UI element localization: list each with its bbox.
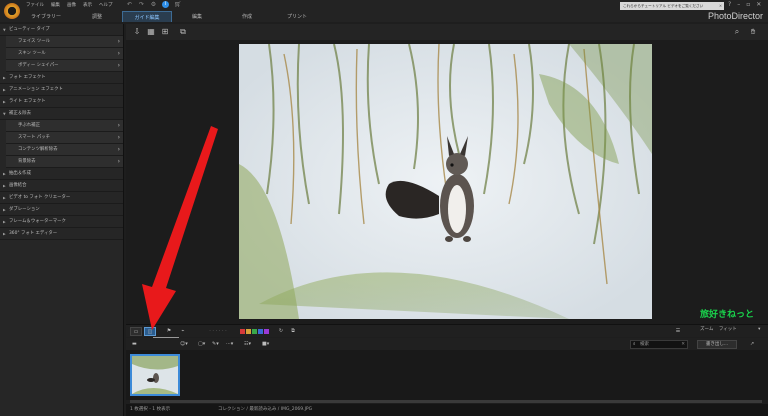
people-icon[interactable]: ☺▾	[180, 340, 188, 348]
menu-bar: ファイル 編集 画像 表示 ヘルプ	[26, 2, 113, 8]
tab-create[interactable]: 作成	[222, 11, 272, 22]
clear-search-icon[interactable]: ✕	[681, 341, 685, 349]
search-input[interactable]: ⌕ 検索 ✕	[630, 340, 688, 349]
watermark-text: 旅好きねっと	[700, 310, 755, 320]
export-button[interactable]: 書き出し...	[697, 340, 737, 349]
title-bar: ファイル 編集 画像 表示 ヘルプ ↶ ↷ ⚙ i 🛒︎ ライブラリー 調整 ガ…	[0, 0, 768, 22]
cart-icon[interactable]: 🛒︎	[174, 1, 182, 8]
panel-item[interactable]: 補正＆除去	[0, 108, 123, 120]
search-placeholder: 検索	[640, 342, 649, 347]
info-icon[interactable]: i	[162, 1, 169, 8]
app-name: PhotoDirector	[708, 11, 764, 21]
tag-icon[interactable]: ⌁	[178, 327, 188, 336]
photo-image	[239, 44, 652, 319]
zoom-control[interactable]: ズーム フィット ▾	[700, 326, 760, 332]
panel-item[interactable]: フォト エフェクト	[0, 72, 123, 84]
panel-item[interactable]: 抽出＆作成	[0, 168, 123, 180]
menu-image[interactable]: 画像	[67, 2, 76, 8]
quick-icons: ↶ ↷ ⚙ i 🛒︎	[126, 1, 182, 8]
module-tabs: ライブラリー 調整 ガイド編集 編集 作成 プリント	[20, 11, 322, 22]
panel-item[interactable]: ビューティー タイプ	[0, 24, 123, 36]
minimize-icon[interactable]: –	[737, 1, 740, 8]
thumbnail[interactable]	[130, 354, 180, 396]
flag-icon[interactable]: ⚑	[164, 327, 174, 336]
compare-view-button[interactable]: ◫	[144, 327, 156, 336]
tab-print[interactable]: プリント	[272, 11, 322, 22]
settings-icon[interactable]: ⚙	[150, 1, 157, 8]
panel-item[interactable]: ビデオ to フォト クリエーター	[0, 192, 123, 204]
compare-icon[interactable]: ⧉	[288, 327, 298, 336]
thumbnail-image	[132, 356, 178, 394]
panel-item[interactable]: コンテンツ解析除去	[6, 144, 123, 156]
menu-help[interactable]: ヘルプ	[99, 2, 113, 8]
more-icon[interactable]: ···▾	[226, 340, 233, 348]
filmstrip-scrollbar[interactable]	[130, 400, 762, 403]
export-label: 書き出し...	[705, 342, 729, 347]
tab-adjust[interactable]: 調整	[72, 11, 122, 22]
select-icon[interactable]: ▢▾	[198, 340, 205, 348]
close-icon[interactable]: ✕	[719, 2, 722, 10]
tutorial-notice[interactable]: これらからチュートリアル ビデオをご覧ください ✕	[620, 2, 724, 10]
undo-icon[interactable]: ↶	[126, 1, 133, 8]
viewer-toolbar: ⇩ ▦ ⊞ ⧉ ⌕ ✋︎	[126, 24, 768, 40]
panel-item[interactable]: フェイス ツール	[6, 36, 123, 48]
tab-guided-edit[interactable]: ガイド編集	[122, 11, 172, 22]
stack-icon[interactable]: ■▾	[262, 340, 269, 348]
selection-status: 1 枚選択 - 1 枚表示	[130, 407, 171, 412]
panel-item[interactable]: 手ぶれ補正	[6, 120, 123, 132]
panel-item[interactable]: 背景除去	[6, 156, 123, 168]
app-logo-icon	[4, 3, 20, 19]
list-icon[interactable]: ☷▾	[244, 340, 251, 348]
hand-icon[interactable]: ✋︎	[748, 27, 758, 37]
rotate-icon[interactable]: ↻	[276, 327, 286, 336]
panel-item[interactable]: フレーム＆ウォーターマーク	[0, 216, 123, 228]
chevron-down-icon[interactable]: ▾	[758, 327, 760, 332]
search-icon[interactable]: ⌕	[732, 27, 742, 37]
window-close-icon[interactable]: ✕	[756, 1, 761, 8]
redo-icon[interactable]: ↷	[138, 1, 145, 8]
tab-edit[interactable]: 編集	[172, 11, 222, 22]
window-controls: ? – ▫ ✕	[728, 1, 761, 8]
search-field-icon: ⌕	[633, 342, 636, 347]
zoom-label: ズーム	[700, 327, 714, 332]
panel-item[interactable]: ボディー シェイパー	[6, 60, 123, 72]
panel-item[interactable]: ライト エフェクト	[0, 96, 123, 108]
notice-text: これらからチュートリアル ビデオをご覧ください	[623, 4, 704, 8]
import-icon[interactable]: ⇩	[132, 27, 142, 37]
panel-item[interactable]: 画像結合	[0, 180, 123, 192]
squirrel-photo	[239, 44, 652, 319]
sort-icon[interactable]: ☰	[672, 327, 684, 336]
maximize-icon[interactable]: ▫	[746, 1, 750, 8]
single-view-button[interactable]: ▭	[130, 327, 142, 336]
file-path: コレクション / 最新読み込み / IMG_2069.JPG	[218, 407, 313, 412]
menu-view[interactable]: 表示	[83, 2, 92, 8]
help-icon[interactable]: ?	[728, 1, 731, 8]
brush-icon[interactable]: ✎▾	[212, 340, 219, 348]
menu-edit[interactable]: 編集	[51, 2, 60, 8]
share-icon[interactable]: ↗	[750, 340, 754, 348]
panel-item[interactable]: 360° フォト エディター	[0, 228, 123, 240]
color-labels[interactable]	[240, 327, 272, 336]
color-label-swatches[interactable]	[240, 327, 272, 336]
panel-item[interactable]: アニメーション エフェクト	[0, 84, 123, 96]
guided-edit-panel: ビューティー タイプフェイス ツールスキン ツールボディー シェイパーフォト エ…	[0, 24, 124, 416]
filmstrip-view-icon[interactable]: ▬	[132, 340, 137, 348]
view-control-bar: ▭ ◫ ⚑ ⌁ · · · · · · ↻ ⧉ ☰	[126, 324, 768, 337]
menu-file[interactable]: ファイル	[26, 2, 44, 8]
tab-library[interactable]: ライブラリー	[20, 11, 72, 22]
panel-item[interactable]: スマート パッチ	[6, 132, 123, 144]
library-view-icon[interactable]: ▦	[146, 27, 156, 37]
panel-item[interactable]: スキン ツール	[6, 48, 123, 60]
rating-stars[interactable]: · · · · · ·	[196, 327, 240, 336]
grid-icon[interactable]: ⊞	[160, 27, 170, 37]
panel-item[interactable]: ダブレーション	[0, 204, 123, 216]
fullscreen-icon[interactable]: ⧉	[178, 27, 188, 37]
status-bar: 1 枚選択 - 1 枚表示 コレクション / 最新読み込み / IMG_2069…	[126, 404, 768, 416]
zoom-value[interactable]: フィット	[719, 327, 737, 332]
filmstrip	[126, 350, 768, 400]
